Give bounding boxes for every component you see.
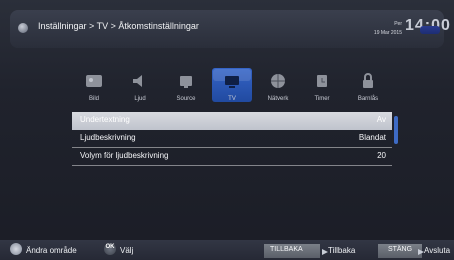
setting-row-volym[interactable]: Volym för ljudbeskrivning 20 xyxy=(72,148,392,166)
settings-list: Undertextning Av Ljudbeskrivning Blandat… xyxy=(72,112,392,168)
navigation-pad-icon xyxy=(10,243,22,255)
setting-value: Blandat xyxy=(358,133,386,142)
close-hint: Avsluta xyxy=(424,246,451,255)
category-source[interactable]: Source xyxy=(166,66,206,106)
top-right-indicator xyxy=(420,26,440,34)
network-icon xyxy=(268,72,288,90)
change-area-hint: Ändra område xyxy=(26,246,77,255)
picture-icon xyxy=(84,72,104,90)
setting-row-ljudbeskrivning[interactable]: Ljudbeskrivning Blandat xyxy=(72,130,392,148)
category-timer[interactable]: Timer xyxy=(302,66,342,106)
tv-settings-screen: Inställningar > TV > Åtkomstinställninga… xyxy=(0,0,454,260)
sound-icon xyxy=(130,72,150,90)
setting-row-undertextning[interactable]: Undertextning Av xyxy=(72,112,392,130)
category-natverk[interactable]: Nätverk xyxy=(258,66,298,106)
back-button[interactable]: TILLBAKA xyxy=(264,244,320,258)
category-tv[interactable]: TV xyxy=(212,66,252,106)
setting-label: Undertextning xyxy=(80,115,130,124)
select-hint: Välj xyxy=(120,246,134,255)
setting-value: Av xyxy=(376,115,386,124)
breadcrumb: Inställningar > TV > Åtkomstinställninga… xyxy=(38,21,199,31)
date-value: 19 Mar 2015 xyxy=(373,30,402,36)
setting-label: Ljudbeskrivning xyxy=(80,133,136,142)
source-icon xyxy=(176,72,196,90)
back-hint: Tillbaka xyxy=(328,246,356,255)
setting-value: 20 xyxy=(377,151,386,160)
date-label: Per xyxy=(394,21,402,27)
menu-icon xyxy=(18,23,28,33)
timer-icon xyxy=(312,72,332,90)
scrollbar[interactable] xyxy=(394,116,398,144)
tv-icon xyxy=(222,72,242,90)
ok-button-icon: OK xyxy=(104,243,116,255)
category-barnlas[interactable]: Barnlås xyxy=(348,66,388,106)
category-bild[interactable]: Bild xyxy=(74,66,114,106)
parental-lock-icon xyxy=(358,72,378,90)
setting-label: Volym för ljudbeskrivning xyxy=(80,151,169,160)
close-button[interactable]: STÄNG xyxy=(378,244,422,258)
category-ljud[interactable]: Ljud xyxy=(120,66,160,106)
